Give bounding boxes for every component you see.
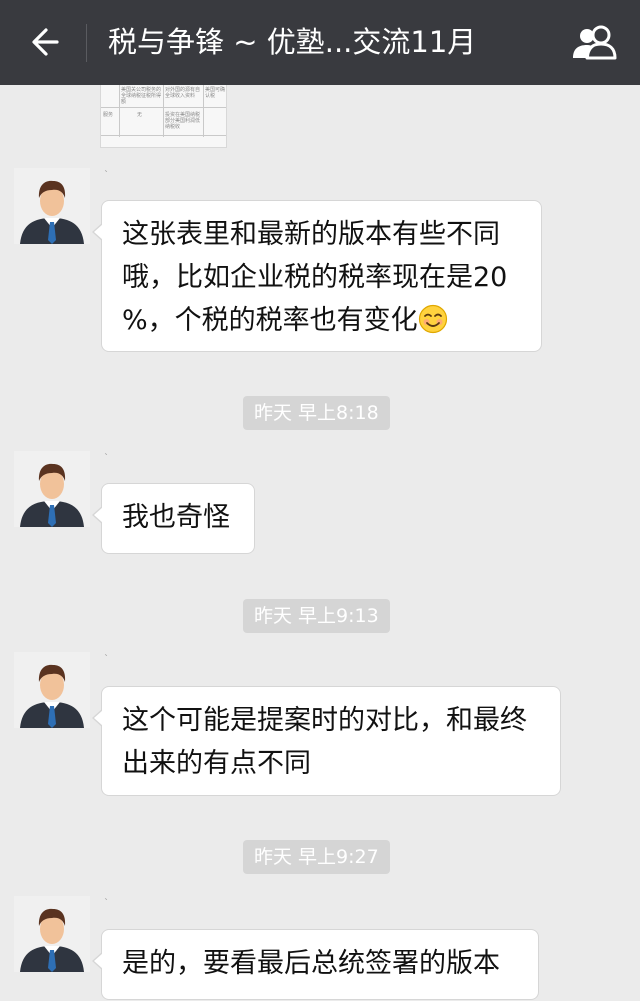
timestamp: 昨天 早上9:27 (243, 840, 390, 874)
sender-name: ` (104, 453, 109, 464)
sender-name: ` (104, 898, 109, 909)
avatar[interactable] (14, 896, 90, 972)
message-line: 我也奇怪 (122, 502, 230, 533)
table-cell: 对外国的源有自全球收入资料 (165, 87, 201, 99)
timestamp: 昨天 早上9:13 (243, 599, 390, 633)
shared-table-image[interactable]: 美国关公司税务的全球纳税征税所得额 对外国的源有自全球收入资料 美国可确认税 服… (100, 85, 227, 148)
businessman-avatar-icon (14, 652, 90, 728)
businessman-avatar-icon (14, 451, 90, 527)
message-line: 出来的有点不同 (122, 748, 311, 779)
avatar[interactable] (14, 652, 90, 728)
businessman-avatar-icon (14, 168, 90, 244)
table-cell: 无 (137, 112, 143, 118)
sender-name: ` (104, 170, 109, 181)
message-bubble[interactable]: 是的，要看最后总统签署的版本 (92, 929, 539, 1000)
message-bubble[interactable]: 我也奇怪 (92, 483, 255, 554)
table-cell: 美国可确认税 (205, 87, 226, 99)
sender-name: ` (104, 654, 109, 665)
timestamp: 昨天 早上8:18 (243, 396, 390, 430)
message-line: 是的，要看最后总统签署的版本 (122, 948, 500, 979)
chat-title: 税与争锋 ~ 优塾...交流11月 (108, 25, 477, 59)
message-line: %，个税的税率也有变化 (122, 305, 418, 336)
chat-header: 税与争锋 ~ 优塾...交流11月 (0, 0, 640, 85)
back-arrow-icon[interactable] (26, 24, 62, 60)
smiling-face-emoji-icon (418, 304, 447, 334)
table-cell: 美国关公司税务的全球纳税征税所得额 (121, 87, 162, 105)
message-line: 这个可能是提案时的对比，和最终 (122, 705, 527, 736)
table-cell: 服务 (103, 112, 114, 118)
message-line: 这张表里和最新的版本有些不同 (122, 219, 500, 250)
avatar[interactable] (14, 451, 90, 527)
avatar[interactable] (14, 168, 90, 244)
message-bubble[interactable]: 这张表里和最新的版本有些不同 哦，比如企业税的税率现在是20 %，个税的税率也有… (92, 200, 542, 352)
table-cell: 投资在美国纳税部分美国利润低纳税收 (165, 112, 201, 130)
group-members-icon[interactable] (570, 24, 620, 60)
message-bubble[interactable]: 这个可能是提案时的对比，和最终 出来的有点不同 (92, 686, 561, 796)
businessman-avatar-icon (14, 896, 90, 972)
message-line: 哦，比如企业税的税率现在是20 (122, 262, 508, 293)
header-divider (86, 24, 87, 62)
